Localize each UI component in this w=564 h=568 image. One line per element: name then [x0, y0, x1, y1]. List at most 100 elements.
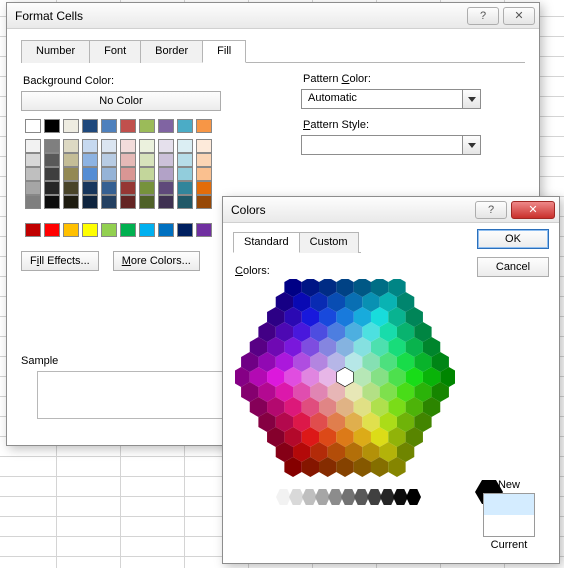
- color-swatch[interactable]: [158, 223, 174, 237]
- color-swatch[interactable]: [82, 153, 98, 167]
- help-button[interactable]: ?: [467, 7, 499, 25]
- color-swatch[interactable]: [158, 181, 174, 195]
- color-swatch[interactable]: [82, 119, 98, 133]
- color-swatch[interactable]: [139, 195, 155, 209]
- color-swatch[interactable]: [177, 167, 193, 181]
- format-cells-titlebar[interactable]: Format Cells ? ✕: [7, 3, 539, 29]
- color-swatch[interactable]: [44, 195, 60, 209]
- fill-effects-button[interactable]: Fill Effects...: [21, 251, 99, 271]
- color-swatch[interactable]: [158, 167, 174, 181]
- color-swatch[interactable]: [101, 195, 117, 209]
- color-swatch[interactable]: [120, 181, 136, 195]
- close-button[interactable]: ✕: [511, 201, 555, 219]
- color-swatch[interactable]: [101, 223, 117, 237]
- color-swatch[interactable]: [196, 167, 212, 181]
- color-swatch[interactable]: [177, 195, 193, 209]
- color-swatch[interactable]: [196, 119, 212, 133]
- color-swatch[interactable]: [82, 167, 98, 181]
- colors-titlebar[interactable]: Colors ? ✕: [223, 197, 559, 223]
- color-swatch[interactable]: [177, 223, 193, 237]
- color-swatch[interactable]: [120, 119, 136, 133]
- color-swatch[interactable]: [25, 181, 41, 195]
- color-swatch[interactable]: [25, 223, 41, 237]
- gray-swatch[interactable]: [380, 489, 395, 505]
- color-swatch[interactable]: [139, 167, 155, 181]
- gray-swatch[interactable]: [276, 489, 291, 505]
- gray-swatch[interactable]: [354, 489, 369, 505]
- color-swatch[interactable]: [196, 181, 212, 195]
- gray-swatch[interactable]: [367, 489, 382, 505]
- color-swatch[interactable]: [101, 167, 117, 181]
- color-swatch[interactable]: [44, 223, 60, 237]
- color-swatch[interactable]: [44, 139, 60, 153]
- color-swatch[interactable]: [158, 153, 174, 167]
- color-swatch[interactable]: [177, 153, 193, 167]
- color-swatch[interactable]: [120, 223, 136, 237]
- tab-border[interactable]: Border: [140, 40, 203, 63]
- color-swatch[interactable]: [120, 167, 136, 181]
- color-swatch[interactable]: [158, 119, 174, 133]
- tab-number[interactable]: Number: [21, 40, 90, 63]
- color-swatch[interactable]: [196, 195, 212, 209]
- cancel-button[interactable]: Cancel: [477, 257, 549, 277]
- color-swatch[interactable]: [63, 153, 79, 167]
- color-swatch[interactable]: [63, 195, 79, 209]
- color-swatch[interactable]: [177, 119, 193, 133]
- gray-swatch[interactable]: [341, 489, 356, 505]
- color-swatch[interactable]: [139, 139, 155, 153]
- more-colors-button[interactable]: More Colors...: [113, 251, 200, 271]
- color-swatch[interactable]: [120, 139, 136, 153]
- color-swatch[interactable]: [139, 119, 155, 133]
- pattern-style-dropdown[interactable]: [301, 135, 481, 155]
- grayscale-row[interactable]: [233, 489, 453, 505]
- gray-swatch[interactable]: [289, 489, 304, 505]
- color-swatch[interactable]: [139, 181, 155, 195]
- color-swatch[interactable]: [44, 153, 60, 167]
- tab-custom[interactable]: Custom: [299, 232, 359, 253]
- color-swatch[interactable]: [101, 153, 117, 167]
- color-swatch[interactable]: [63, 181, 79, 195]
- color-swatch[interactable]: [139, 153, 155, 167]
- color-swatch[interactable]: [120, 153, 136, 167]
- ok-button[interactable]: OK: [477, 229, 549, 249]
- color-swatch[interactable]: [25, 153, 41, 167]
- color-swatch[interactable]: [63, 119, 79, 133]
- color-swatch[interactable]: [177, 181, 193, 195]
- help-button[interactable]: ?: [475, 201, 507, 219]
- color-swatch[interactable]: [101, 119, 117, 133]
- tab-standard[interactable]: Standard: [233, 232, 300, 253]
- color-swatch[interactable]: [25, 119, 41, 133]
- color-swatch[interactable]: [25, 195, 41, 209]
- color-swatch[interactable]: [139, 223, 155, 237]
- color-swatch[interactable]: [101, 181, 117, 195]
- no-color-button[interactable]: No Color: [21, 91, 221, 111]
- color-swatch[interactable]: [196, 223, 212, 237]
- color-swatch[interactable]: [63, 167, 79, 181]
- tab-fill[interactable]: Fill: [202, 40, 246, 63]
- color-swatch[interactable]: [63, 139, 79, 153]
- gray-swatch[interactable]: [263, 489, 278, 505]
- color-swatch[interactable]: [82, 139, 98, 153]
- color-swatch[interactable]: [44, 167, 60, 181]
- color-swatch[interactable]: [63, 223, 79, 237]
- color-swatch[interactable]: [25, 167, 41, 181]
- color-swatch[interactable]: [82, 195, 98, 209]
- gray-swatch[interactable]: [315, 489, 330, 505]
- color-swatch[interactable]: [82, 223, 98, 237]
- gray-swatch[interactable]: [302, 489, 317, 505]
- color-swatch[interactable]: [158, 195, 174, 209]
- color-swatch[interactable]: [44, 119, 60, 133]
- color-swatch[interactable]: [82, 181, 98, 195]
- gray-swatch[interactable]: [406, 489, 421, 505]
- color-swatch[interactable]: [120, 195, 136, 209]
- color-hexagon[interactable]: [235, 279, 455, 479]
- gray-swatch[interactable]: [328, 489, 343, 505]
- tab-font[interactable]: Font: [89, 40, 141, 63]
- color-swatch[interactable]: [177, 139, 193, 153]
- color-swatch[interactable]: [196, 153, 212, 167]
- color-swatch[interactable]: [101, 139, 117, 153]
- color-swatch[interactable]: [196, 139, 212, 153]
- gray-swatch[interactable]: [393, 489, 408, 505]
- color-swatch[interactable]: [44, 181, 60, 195]
- pattern-color-dropdown[interactable]: Automatic: [301, 89, 481, 109]
